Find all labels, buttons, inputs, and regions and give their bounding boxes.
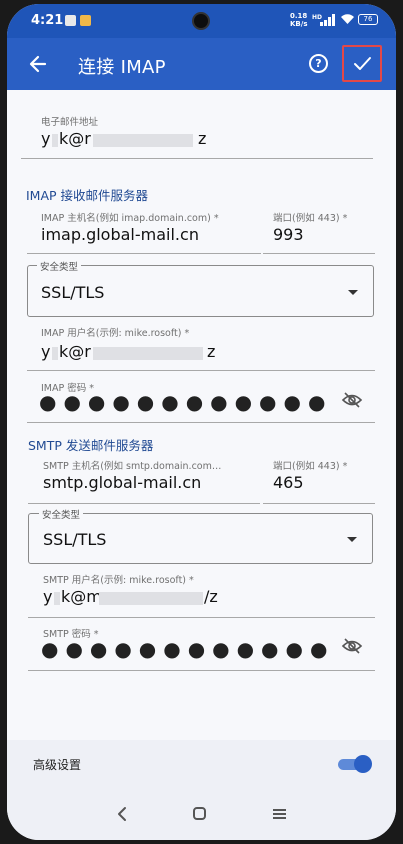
smtp-user-label: SMTP 用户名(示例: mike.rosoft) * (43, 575, 194, 586)
email-domain-start: k@r (59, 129, 91, 148)
smtp-user-domain-start: k@m (61, 587, 102, 606)
smtp-port-underline (263, 503, 375, 504)
smtp-port-label: 端口(例如 443) * (273, 461, 348, 472)
imap-security-value: SSL/TLS (41, 283, 105, 302)
imap-user-label: IMAP 用户名(示例: mike.rosoft) * (41, 328, 190, 339)
imap-port-underline (263, 253, 375, 254)
nav-menu-icon[interactable] (273, 808, 286, 820)
email-redacted-2 (93, 134, 193, 147)
smtp-user-redacted-1 (54, 592, 60, 605)
imap-user-underline (27, 370, 375, 371)
app-bar: 连接 IMAP ? (7, 38, 396, 90)
page-title: 连接 IMAP (78, 57, 166, 78)
imap-user-suffix: z (207, 342, 216, 361)
smtp-host-input[interactable]: smtp.global-mail.cn (43, 473, 201, 492)
email-redacted-1 (52, 134, 58, 147)
email-suffix: z (198, 129, 207, 148)
email-label: 电子邮件地址 (41, 117, 99, 128)
smtp-security-label: 安全类型 (39, 507, 84, 521)
chevron-down-icon (348, 290, 358, 295)
imap-host-label: IMAP 主机名(例如 imap.domain.com) * (41, 213, 219, 224)
smtp-password-input[interactable]: ●●●●●●●●●●●● (41, 639, 334, 659)
confirm-button[interactable] (342, 45, 382, 82)
network-speed-value: 0.18 (290, 12, 308, 20)
smtp-user-input[interactable]: y k@m /z (43, 587, 373, 617)
help-icon[interactable]: ? (309, 54, 328, 73)
imap-user-redacted-1 (52, 347, 58, 360)
smtp-host-label: SMTP 主机名(例如 smtp.domain.com… (43, 461, 222, 472)
advanced-settings-toggle[interactable] (338, 755, 372, 773)
front-camera (192, 12, 210, 30)
imap-security-label: 安全类型 (37, 259, 82, 273)
system-nav-bar (7, 790, 396, 840)
eye-off-icon[interactable] (341, 389, 363, 411)
status-bar: 4:21 0.18 KB/s HD 76 (7, 4, 396, 38)
toggle-knob (354, 755, 372, 773)
imap-password-underline (27, 422, 375, 423)
chevron-down-icon (347, 537, 357, 542)
email-prefix: y (41, 129, 51, 148)
imap-user-prefix: y (41, 342, 51, 361)
phone-screen: 4:21 0.18 KB/s HD 76 连接 IMAP ? 电子邮件地址 y (7, 4, 396, 840)
wifi-icon (340, 13, 355, 28)
email-underline (21, 158, 373, 159)
imap-host-underline (27, 253, 261, 254)
smtp-user-suffix: /z (204, 587, 218, 606)
status-time: 4:21 (31, 13, 64, 28)
smtp-user-prefix: y (43, 587, 53, 606)
imap-user-redacted-2 (93, 347, 203, 360)
imap-port-label: 端口(例如 443) * (273, 213, 348, 224)
advanced-settings-label: 高级设置 (33, 758, 82, 772)
imap-section-title: IMAP 接收邮件服务器 (26, 188, 149, 203)
eye-off-icon[interactable] (341, 635, 363, 657)
back-arrow-icon[interactable] (23, 48, 55, 80)
advanced-settings-row[interactable]: 高级设置 (7, 740, 396, 790)
imap-settings-form: 电子邮件地址 y k@r z IMAP 接收邮件服务器 IMAP 主机名(例如 … (7, 90, 396, 740)
imap-password-input[interactable]: ●●●●●●●●●●●● (39, 392, 332, 412)
smtp-security-value: SSL/TLS (43, 530, 107, 549)
battery-icon: 76 (358, 14, 378, 25)
check-icon (354, 57, 371, 70)
signal-icon (320, 14, 336, 26)
network-speed: 0.18 KB/s (290, 12, 307, 28)
nav-back-icon[interactable] (115, 806, 129, 822)
smtp-password-underline (28, 670, 375, 671)
imap-host-input[interactable]: imap.global-mail.cn (41, 225, 199, 244)
nav-home-icon[interactable] (193, 807, 206, 820)
imap-user-input[interactable]: y k@r z (41, 342, 371, 372)
smtp-port-input[interactable]: 465 (273, 473, 304, 492)
smtp-section-title: SMTP 发送邮件服务器 (28, 438, 154, 453)
email-field[interactable]: y k@r z (41, 129, 371, 159)
smtp-user-underline (28, 617, 375, 618)
smtp-host-underline (28, 503, 260, 504)
imap-port-input[interactable]: 993 (273, 225, 304, 244)
app-notification-icon (80, 15, 91, 26)
imap-user-domain-start: k@r (59, 342, 91, 361)
network-speed-unit: KB/s (290, 20, 308, 28)
notification-icon (65, 15, 76, 26)
smtp-user-redacted-2 (99, 592, 203, 605)
